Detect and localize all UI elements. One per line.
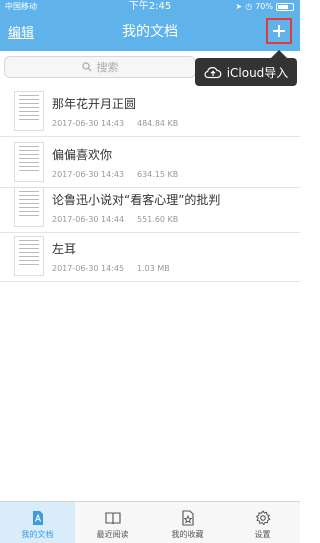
tab-label: 设置 <box>254 530 271 539</box>
document-size: 551.60 KB <box>137 215 179 224</box>
battery-fill <box>278 5 288 9</box>
popup-arrow <box>271 50 287 58</box>
tab-my-documents[interactable]: 我的文档 <box>0 502 75 543</box>
list-item[interactable]: 偏偏喜欢你 2017-06-30 14:43 634.15 KB <box>0 137 300 188</box>
add-button[interactable] <box>266 18 292 44</box>
gear-icon <box>255 510 271 526</box>
tab-label: 我的收藏 <box>171 530 204 539</box>
page-title: 我的文档 <box>122 24 178 40</box>
document-date: 2017-06-30 14:45 <box>52 264 125 273</box>
document-date: 2017-06-30 14:43 <box>52 170 125 179</box>
battery-icon <box>276 3 294 11</box>
star-doc-icon <box>181 510 194 526</box>
cloud-upload-icon <box>204 67 222 79</box>
document-thumbnail-icon <box>14 91 44 131</box>
battery-label: 70% <box>255 2 273 11</box>
tab-label: 最近阅读 <box>96 530 129 539</box>
document-name: 论鲁迅小说对“看客心理”的批判 <box>52 193 221 207</box>
alarm-icon: ◷ <box>245 2 253 11</box>
document-size: 484.84 KB <box>137 119 179 128</box>
document-name: 那年花开月正圆 <box>52 97 137 111</box>
search-placeholder: 搜索 <box>96 61 119 74</box>
document-thumbnail-icon <box>14 236 44 276</box>
document-name: 左耳 <box>52 242 77 256</box>
search-icon <box>81 62 92 72</box>
document-icon <box>32 511 43 525</box>
list-item[interactable]: 论鲁迅小说对“看客心理”的批判 2017-06-30 14:44 551.60 … <box>0 182 300 233</box>
tab-my-favorites[interactable]: 我的收藏 <box>150 502 225 543</box>
document-date: 2017-06-30 14:44 <box>52 215 125 224</box>
document-thumbnail-icon <box>14 142 44 182</box>
book-icon <box>104 512 121 525</box>
document-thumbnail-icon <box>14 187 44 227</box>
header-bar: 中国移动 下午2:45 ➤ ◷ 70% 编辑 我的文档 <box>0 0 300 51</box>
search-input[interactable]: 搜索 <box>4 56 196 78</box>
status-bar: 中国移动 下午2:45 ➤ ◷ 70% <box>0 0 300 14</box>
document-name: 偏偏喜欢你 <box>52 148 113 162</box>
tab-recent-reading[interactable]: 最近阅读 <box>75 502 150 543</box>
document-size: 1.03 MB <box>137 264 170 273</box>
icloud-import-label: iCloud导入 <box>226 65 289 80</box>
list-item[interactable]: 那年花开月正圆 2017-06-30 14:43 484.84 KB <box>0 86 300 137</box>
list-item[interactable]: 左耳 2017-06-30 14:45 1.03 MB <box>0 231 300 282</box>
tab-settings[interactable]: 设置 <box>225 502 300 543</box>
document-date: 2017-06-30 14:43 <box>52 119 125 128</box>
tab-bar: 我的文档 最近阅读 我的收藏 设置 <box>0 501 300 543</box>
location-icon: ➤ <box>235 2 243 11</box>
icloud-import-button[interactable]: iCloud导入 <box>195 58 297 86</box>
tab-label: 我的文档 <box>21 530 54 539</box>
document-size: 634.15 KB <box>137 170 179 179</box>
status-right: ➤ ◷ 70% <box>236 0 294 14</box>
